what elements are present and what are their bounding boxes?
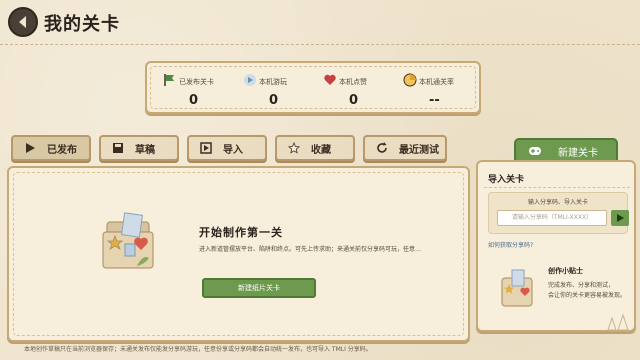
save-icon [111,141,125,155]
header: 我的关卡 [0,0,640,46]
page-title: 我的关卡 [44,14,120,35]
stat-published: 已发布关卡 0 [161,73,241,113]
stat-label: 已发布关卡 [179,78,214,86]
stat-label: 本机点赞 [339,78,367,86]
tab-label: 草稿 [135,144,155,156]
stat-label: 本机通关率 [419,78,454,86]
import-box-label: 输入分享码、导入关卡 [527,199,588,206]
tips-title: 创作小贴士 [548,267,583,275]
empty-state-description: 进入新道管摆放平台、陷阱和终点。可先上传求助；来通关前仅分享码可玩，任意… [199,246,422,253]
star-icon [287,141,301,155]
stat-value: -- [429,93,440,108]
flag-icon [164,74,174,86]
stat-label: 本机游玩 [259,78,287,86]
header-divider [0,44,640,46]
tab-label: 最近测试 [399,144,439,156]
tab-label: 导入 [223,144,243,156]
play-icon [244,74,256,86]
import-box: 输入分享码、导入关卡 请输入分享码（TMLI-XXXX） [488,192,629,234]
stats-panel: 已发布关卡 0 本机游玩 0 本机点赞 0 本机通关率 -- [145,61,481,114]
heart-icon [324,74,336,85]
play-icon [23,141,37,155]
share-code-help-link[interactable]: 如何获取分享码? [488,240,533,249]
share-code-input[interactable]: 请输入分享码（TMLI-XXXX） [497,210,607,226]
new-paper-level-button[interactable]: 新建纸片关卡 [202,278,316,298]
new-level-label: 新建关卡 [558,147,598,159]
empty-state-panel: 开始制作第一关 进入新道管摆放平台、陷阱和终点。可先上传求助；来通关前仅分享码可… [7,166,470,342]
footer-note: 本地创作草稿只在当前浏览器保存；未通关发布仅能发分享码游玩，任意份享或分享码都会… [24,346,372,353]
stat-value: 0 [349,93,359,108]
import-title: 导入关卡 [488,175,525,185]
tree-decoration-icon [607,313,629,331]
scrapbook-illustration [102,212,154,269]
stat-plays: 本机游玩 0 [241,73,321,113]
stat-value: 0 [189,93,199,108]
tab-published[interactable]: 已发布 [11,135,91,161]
tab-label: 收藏 [311,144,331,156]
tips-illustration [501,269,533,307]
gamepad-icon [528,146,542,156]
tab-import[interactable]: 导入 [187,135,267,161]
back-arrow-icon [19,16,26,28]
pie-icon [403,73,417,87]
refresh-icon [375,141,389,155]
back-button[interactable] [8,7,38,37]
tab-recent-tests[interactable]: 最近测试 [363,135,447,161]
tab-label: 已发布 [47,144,77,156]
stat-clear-rate: 本机通关率 -- [401,73,481,113]
tab-drafts[interactable]: 草稿 [99,135,179,161]
tips-line-1: 完成发布、分享和测试， [548,282,615,289]
play-icon [617,214,624,222]
divider [484,187,630,188]
tab-favorites[interactable]: 收藏 [275,135,355,161]
tips-line-2: 会让你的关卡更容易被发现。 [548,292,627,299]
stat-likes: 本机点赞 0 [321,73,401,113]
stat-value: 0 [269,93,279,108]
import-icon [199,141,213,155]
empty-state-title: 开始制作第一关 [199,226,283,239]
import-submit-button[interactable] [611,210,629,226]
import-panel: 导入关卡 输入分享码、导入关卡 请输入分享码（TMLI-XXXX） 如何获取分享… [476,160,636,332]
